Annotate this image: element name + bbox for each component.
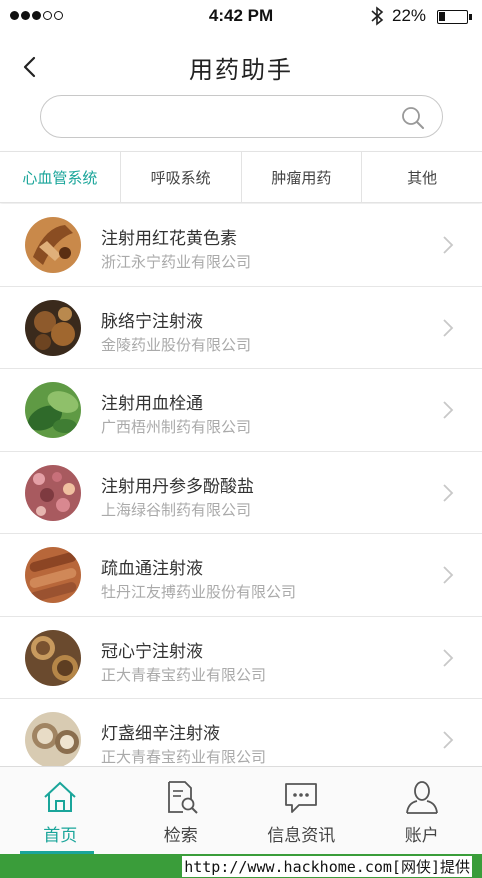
tab-oncology[interactable]: 肿瘤用药 (242, 152, 363, 202)
drug-thumbnail (25, 464, 81, 521)
battery-icon (437, 10, 468, 24)
tab-bar-news[interactable]: 信息资讯 (241, 767, 362, 854)
list-item[interactable]: 冠心宁注射液 正大青春宝药业有限公司 (0, 617, 482, 699)
drug-name: 注射用血栓通 (101, 394, 203, 414)
drug-company: 浙江永宁药业有限公司 (101, 253, 252, 271)
drug-company: 正大青春宝药业有限公司 (101, 748, 267, 766)
drug-name: 灯盏细辛注射液 (101, 724, 220, 744)
chevron-right-icon (442, 400, 454, 420)
tab-bar-label: 首页 (43, 826, 78, 846)
list-item[interactable]: 灯盏细辛注射液 正大青春宝药业有限公司 (0, 699, 482, 766)
search-bar[interactable] (40, 95, 443, 138)
drug-company: 广西梧州制药有限公司 (101, 418, 252, 436)
battery-percentage: 22% (392, 6, 427, 25)
chevron-right-icon (442, 235, 454, 255)
list-item[interactable]: 疏血通注射液 牡丹江友搏药业股份有限公司 (0, 534, 482, 617)
tab-respiratory[interactable]: 呼吸系统 (121, 152, 242, 202)
status-bar: 4:42 PM 22% (0, 0, 482, 34)
tab-bar-account[interactable]: 账户 (362, 767, 482, 854)
bluetooth-icon (370, 6, 384, 31)
drug-company: 牡丹江友搏药业股份有限公司 (101, 583, 297, 601)
tab-bar-home[interactable]: 首页 (0, 767, 121, 854)
drug-list: 注射用红花黄色素 浙江永宁药业有限公司 脉络宁注射液 金陵药业股份有限公司 注射… (0, 204, 482, 766)
tab-bar-search[interactable]: 检索 (121, 767, 242, 854)
drug-company: 金陵药业股份有限公司 (101, 335, 252, 354)
list-item[interactable]: 脉络宁注射液 金陵药业股份有限公司 (0, 287, 482, 369)
drug-company: 正大青春宝药业有限公司 (101, 665, 267, 684)
drug-name: 疏血通注射液 (101, 559, 203, 579)
drug-name: 注射用丹参多酚酸盐 (101, 476, 254, 497)
list-item[interactable]: 注射用丹参多酚酸盐 上海绿谷制药有限公司 (0, 452, 482, 534)
tab-other[interactable]: 其他 (362, 152, 482, 202)
drug-thumbnail (25, 547, 81, 603)
chevron-right-icon (442, 565, 454, 585)
drug-thumbnail (25, 712, 81, 766)
page-title: 用药助手 (189, 56, 293, 84)
drug-name: 脉络宁注射液 (101, 311, 203, 332)
tab-bar-label: 信息资讯 (267, 826, 336, 846)
drug-name: 注射用红花黄色素 (101, 229, 237, 249)
document-search-icon (163, 779, 199, 815)
home-icon (42, 779, 78, 815)
drug-thumbnail (25, 382, 81, 438)
tab-bar-label: 检索 (163, 826, 198, 846)
list-item[interactable]: 注射用血栓通 广西梧州制药有限公司 (0, 369, 482, 452)
tab-bar-label: 账户 (404, 826, 439, 846)
chevron-right-icon (442, 483, 454, 503)
category-tabs: 心血管系统 呼吸系统 肿瘤用药 其他 (0, 151, 482, 203)
watermark-bar: http://www.hackhome.com[网侠]提供 (0, 854, 482, 878)
chat-bubble-icon (283, 779, 319, 815)
drug-thumbnail (25, 217, 81, 273)
user-icon (404, 779, 440, 815)
tab-cardiovascular[interactable]: 心血管系统 (0, 152, 121, 202)
chevron-right-icon (442, 730, 454, 750)
search-input[interactable] (61, 104, 391, 130)
search-icon[interactable] (400, 105, 426, 131)
chevron-right-icon (442, 648, 454, 668)
chevron-right-icon (442, 318, 454, 338)
list-item[interactable]: 注射用红花黄色素 浙江永宁药业有限公司 (0, 204, 482, 287)
drug-company: 上海绿谷制药有限公司 (101, 500, 252, 519)
drug-thumbnail (25, 299, 81, 356)
watermark-text: http://www.hackhome.com[网侠]提供 (182, 856, 472, 877)
bottom-tab-bar: 首页 检索 信息资讯 账户 (0, 766, 482, 854)
drug-thumbnail (25, 629, 81, 686)
battery-cap (469, 14, 472, 20)
drug-name: 冠心宁注射液 (101, 641, 203, 662)
